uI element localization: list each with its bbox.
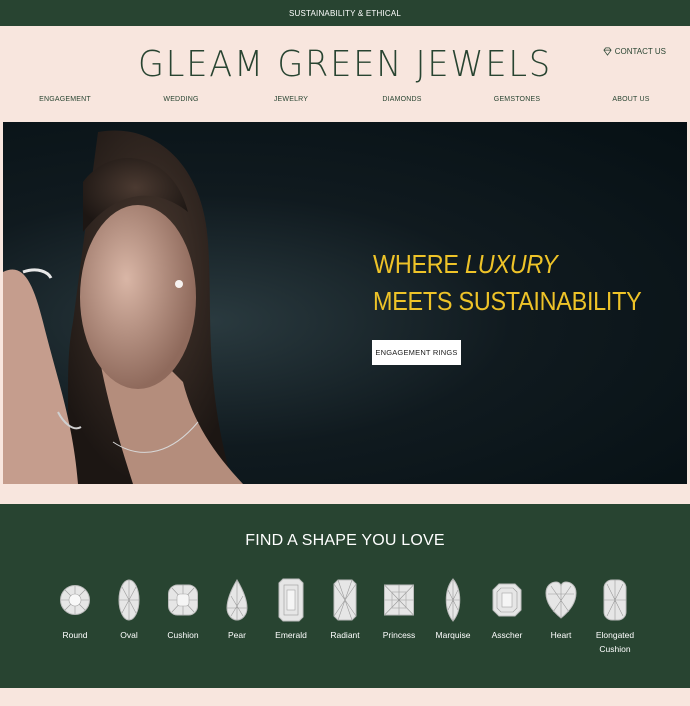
shape-cushion[interactable]: Cushion bbox=[153, 578, 213, 642]
main-nav: ENGAGEMENT WEDDING JEWELRY DIAMONDS GEMS… bbox=[0, 96, 690, 110]
shape-label: Elongated Cushion bbox=[595, 630, 635, 654]
emerald-diamond-icon bbox=[278, 578, 304, 622]
cushion-diamond-icon bbox=[168, 584, 198, 616]
marquise-diamond-icon bbox=[445, 578, 461, 622]
asscher-diamond-icon bbox=[492, 583, 522, 617]
contact-label: CONTACT US bbox=[614, 47, 666, 56]
shape-label: Heart bbox=[550, 630, 572, 640]
radiant-diamond-icon bbox=[333, 579, 357, 621]
nav-jewelry[interactable]: JEWELRY bbox=[274, 96, 308, 103]
shape-round[interactable]: Round bbox=[45, 578, 105, 642]
hero-banner: WHERE LUXURY MEETS SUSTAINABILITY ENGAGE… bbox=[3, 122, 687, 484]
shape-marquise[interactable]: Marquise bbox=[423, 578, 483, 642]
shape-label: Pear bbox=[228, 630, 246, 640]
shape-section: FIND A SHAPE YOU LOVE Round Oval Cushion… bbox=[0, 504, 690, 688]
heart-diamond-icon bbox=[545, 581, 577, 619]
announcement-text[interactable]: SUSTAINABILITY & ETHICAL bbox=[289, 9, 401, 18]
nav-diamonds[interactable]: DIAMONDS bbox=[382, 96, 421, 103]
brand-logo[interactable]: GLEAM GREEN JEWELS bbox=[24, 44, 666, 85]
contact-link[interactable]: CONTACT US bbox=[603, 47, 666, 56]
hero-line2: MEETS SUSTAINABILITY bbox=[373, 286, 642, 316]
shape-pear[interactable]: Pear bbox=[207, 578, 267, 642]
shape-princess[interactable]: Princess bbox=[369, 578, 429, 642]
engagement-rings-button[interactable]: ENGAGEMENT RINGS bbox=[372, 340, 461, 365]
elongated-cushion-diamond-icon bbox=[603, 579, 627, 621]
shape-label: Cushion bbox=[167, 630, 199, 640]
nav-about-us[interactable]: ABOUT US bbox=[612, 96, 649, 103]
shape-emerald[interactable]: Emerald bbox=[261, 578, 321, 642]
announcement-bar: SUSTAINABILITY & ETHICAL bbox=[0, 0, 690, 26]
hero-line1-prefix: WHERE bbox=[373, 249, 465, 279]
nav-wedding[interactable]: WEDDING bbox=[163, 96, 198, 103]
shape-label: Princess bbox=[382, 630, 416, 640]
shape-section-title: FIND A SHAPE YOU LOVE bbox=[245, 532, 445, 549]
round-diamond-icon bbox=[60, 585, 90, 615]
shape-label: Oval bbox=[120, 630, 138, 640]
hero-line1-em: LUXURY bbox=[464, 249, 558, 279]
shape-radiant[interactable]: Radiant bbox=[315, 578, 375, 642]
princess-diamond-icon bbox=[384, 584, 414, 616]
shape-label: Marquise bbox=[435, 630, 471, 640]
footer-strip bbox=[0, 688, 690, 706]
shape-oval[interactable]: Oval bbox=[99, 578, 159, 642]
shape-asscher[interactable]: Asscher bbox=[477, 578, 537, 642]
shape-elongated-cushion[interactable]: Elongated Cushion bbox=[585, 578, 645, 656]
hero-model-image bbox=[3, 130, 243, 484]
shape-label: Radiant bbox=[330, 630, 360, 640]
diamond-icon bbox=[603, 47, 612, 56]
nav-engagement[interactable]: ENGAGEMENT bbox=[39, 96, 91, 103]
hero-headline: WHERE LUXURY MEETS SUSTAINABILITY bbox=[373, 246, 642, 320]
pear-diamond-icon bbox=[226, 579, 248, 621]
shape-label: Asscher bbox=[491, 630, 523, 640]
site-header: GLEAM GREEN JEWELS CONTACT US ENGAGEMENT… bbox=[0, 26, 690, 122]
oval-diamond-icon bbox=[118, 579, 140, 621]
nav-gemstones[interactable]: GEMSTONES bbox=[494, 96, 540, 103]
shape-label: Round bbox=[62, 630, 88, 640]
shape-heart[interactable]: Heart bbox=[531, 578, 591, 642]
shape-label: Emerald bbox=[275, 630, 307, 640]
